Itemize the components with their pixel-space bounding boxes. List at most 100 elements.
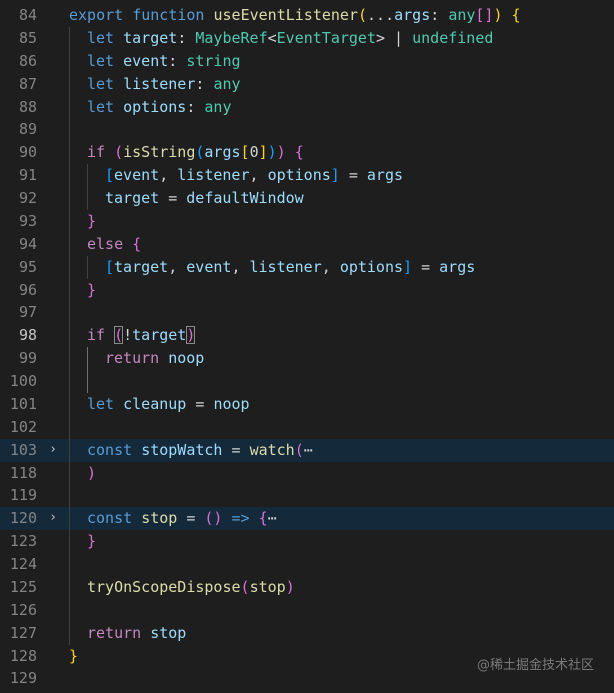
code-token: options [267, 166, 331, 185]
code-line[interactable]: 98 if (!target) [0, 324, 614, 348]
code-line[interactable]: 120 › const stop = () => {⋯ [0, 507, 614, 531]
watermark: @稀土掘金技术社区 [476, 658, 594, 673]
code-token: } [87, 211, 97, 230]
line-number: 119 [9, 486, 37, 505]
code-line[interactable]: 97 [0, 301, 614, 325]
code-line[interactable]: 88 let options: any [0, 95, 614, 119]
line-number: 101 [9, 394, 37, 413]
line-number: 99 [18, 349, 37, 368]
line-number: 88 [18, 97, 37, 116]
line-number: 95 [18, 257, 37, 276]
code-token: } [87, 280, 97, 299]
line-number: 128 [9, 646, 37, 665]
code-token: ... [367, 6, 395, 24]
code-token: args [204, 143, 241, 162]
code-line[interactable]: 93} [0, 209, 614, 233]
code-token: [ [240, 143, 250, 162]
code-line[interactable]: 101 let cleanup = noop [0, 392, 614, 416]
code-token: return [87, 623, 142, 642]
code-line[interactable]: 92 target = defaultWindow [0, 187, 614, 210]
code-token: options [339, 257, 404, 276]
code-line[interactable]: 125 tryOnScopeDispose(stop) [0, 575, 614, 599]
code-token: stopWatch [141, 440, 223, 459]
code-token: EventTarget [276, 28, 376, 47]
code-token: const [87, 440, 133, 459]
code-line[interactable]: 89 [0, 118, 614, 142]
code-token: cleanup [123, 394, 187, 413]
line-number: 97 [18, 303, 37, 322]
code-token: ) [186, 326, 196, 345]
code-token: ! [123, 326, 133, 345]
code-token: => [231, 509, 250, 528]
code-line[interactable]: 123} [0, 530, 614, 553]
code-line[interactable]: 124 [0, 553, 614, 576]
line-number: 91 [18, 166, 37, 185]
fold-chevron-icon[interactable]: › [46, 507, 60, 530]
code-line[interactable]: 90 if (isString(args[0])) { [0, 141, 614, 165]
code-token: ( [114, 143, 124, 162]
line-number: 87 [18, 74, 37, 93]
code-token: ( [240, 577, 250, 596]
code-token: MaybeRef [195, 28, 268, 47]
line-number: 126 [9, 600, 37, 619]
code-line[interactable]: 103 › const stopWatch = watch(⋯ [0, 438, 614, 462]
code-line[interactable]: 102 [0, 415, 614, 439]
line-number: 94 [18, 234, 37, 253]
code-line[interactable]: 100 [0, 370, 614, 393]
code-line[interactable]: 99 return noop [0, 347, 614, 370]
code-text: let listener: any [69, 73, 614, 96]
code-token: } [87, 532, 97, 551]
code-text: let cleanup = noop [69, 393, 614, 416]
indent-guide [87, 370, 88, 393]
code-token: { [132, 234, 142, 253]
code-line[interactable]: 84 export function useEventListener(...ar… [0, 4, 614, 27]
code-token: listener [123, 74, 196, 93]
code-line[interactable]: 118) [0, 461, 614, 485]
code-line[interactable]: 86 let event: string [0, 49, 614, 73]
code-line[interactable]: 94 else { [0, 232, 614, 256]
code-token: target [132, 326, 187, 345]
code-text: tryOnScopeDispose(stop) [69, 576, 614, 599]
code-line[interactable]: 91 [event, listener, options] = args [0, 164, 614, 187]
line-number: 125 [9, 577, 37, 596]
code-editor[interactable]: 84 export function useEventListener(...ar… [0, 0, 614, 693]
code-token: : [195, 74, 214, 93]
indent-guide [69, 484, 70, 508]
code-line[interactable]: 127 return stop [0, 621, 614, 645]
code-lines: 84 export function useEventListener(...ar… [0, 4, 614, 690]
code-line[interactable]: 119 [0, 484, 614, 508]
code-token: } [69, 646, 79, 665]
code-token: any [448, 6, 476, 24]
code-token: noop [213, 394, 250, 413]
code-line[interactable]: 126 [0, 598, 614, 622]
code-text: target = defaultWindow [69, 187, 614, 210]
code-line[interactable]: 96} [0, 278, 614, 302]
code-line[interactable]: 87 let listener: any [0, 72, 614, 96]
code-token: = [222, 440, 250, 459]
code-text: else { [69, 233, 614, 256]
code-line[interactable]: 95 [target, event, listener, options] = a… [0, 255, 614, 279]
code-text: } [69, 279, 614, 302]
code-token: stop [249, 577, 286, 596]
code-token: let [87, 97, 115, 116]
code-token: isString [123, 143, 196, 162]
line-number: 100 [9, 372, 37, 390]
code-token: watch [249, 440, 295, 459]
code-token: ] [258, 143, 268, 162]
code-token: < [267, 28, 277, 47]
code-token: ) [267, 143, 277, 162]
fold-chevron-icon[interactable]: › [46, 439, 60, 462]
code-token: target [123, 28, 178, 47]
code-token: undefined [412, 28, 494, 47]
code-line[interactable]: 85 let target: MaybeRef<EventTarget> | un… [0, 26, 614, 50]
code-token: let [87, 74, 115, 93]
code-token: const [87, 509, 133, 528]
